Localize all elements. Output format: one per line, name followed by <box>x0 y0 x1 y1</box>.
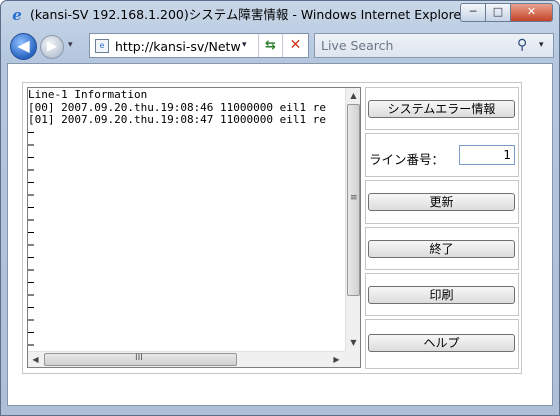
search-input[interactable]: Live Search ⚲ ▾ <box>314 33 554 58</box>
scrollbar-corner <box>345 351 360 367</box>
address-dropdown-icon[interactable]: ▾ <box>242 40 247 50</box>
vertical-scroll-thumb[interactable]: ≡ <box>347 104 360 296</box>
scroll-right-arrow-icon[interactable]: ▶ <box>329 352 344 367</box>
help-button[interactable]: ヘルプ <box>368 334 515 352</box>
grip-icon: ≡ <box>350 193 358 203</box>
page-layout-table: Line-1 Information [00] 2007.09.20.thu.1… <box>22 82 522 374</box>
update-button[interactable]: 更新 <box>368 193 515 211</box>
empty-line-markers <box>28 132 34 352</box>
search-icon[interactable]: ⚲ <box>517 37 527 53</box>
line-number-cell: ライン番号： 1 <box>365 133 519 177</box>
window-title: (kansi-SV 192.168.1.200)システム障害情報 - Windo… <box>30 7 460 22</box>
search-placeholder: Live Search <box>321 38 394 53</box>
log-text: Line-1 Information [00] 2007.09.20.thu.1… <box>28 89 327 126</box>
horizontal-scroll-thumb[interactable]: III <box>44 353 237 366</box>
search-dropdown-icon[interactable]: ▾ <box>539 40 544 50</box>
stop-button[interactable]: ✕ <box>282 34 308 57</box>
system-error-info-button[interactable]: システムエラー情報 <box>368 100 515 118</box>
scroll-left-arrow-icon[interactable]: ◀ <box>28 352 43 367</box>
title-bar: e (kansi-SV 192.168.1.200)システム障害情報 - Win… <box>1 1 559 28</box>
print-button[interactable]: 印刷 <box>368 286 515 304</box>
exit-cell: 終了 <box>365 227 519 270</box>
update-cell: 更新 <box>365 180 519 224</box>
horizontal-scrollbar[interactable]: ◀ III ▶ <box>28 351 345 367</box>
vertical-scrollbar[interactable]: ▲ ≡ ▼ <box>345 88 360 351</box>
minimize-button[interactable]: ─ <box>460 3 486 22</box>
scroll-up-arrow-icon[interactable]: ▲ <box>346 88 360 103</box>
forward-button[interactable]: ▶ <box>40 35 64 59</box>
system-error-cell: システムエラー情報 <box>365 87 519 130</box>
help-cell: ヘルプ <box>365 319 519 369</box>
grip-icon: III <box>135 353 143 363</box>
navigation-bar: ◀ ▶ ▾ e http://kansi-sv/Netw ▾ ⇆ ✕ Live … <box>1 28 559 64</box>
address-input[interactable]: http://kansi-sv/Netw <box>115 39 245 54</box>
history-dropdown-icon[interactable]: ▾ <box>68 40 73 50</box>
page-content: Line-1 Information [00] 2007.09.20.thu.1… <box>7 63 553 406</box>
line-number-label: ライン番号： <box>369 152 445 167</box>
maximize-button[interactable]: □ <box>485 3 511 22</box>
close-button[interactable]: ✕ <box>510 3 553 22</box>
refresh-button[interactable]: ⇆ <box>258 34 282 57</box>
scroll-down-arrow-icon[interactable]: ▼ <box>346 335 360 350</box>
page-icon: e <box>95 39 109 53</box>
browser-window: e (kansi-SV 192.168.1.200)システム障害情報 - Win… <box>0 0 560 416</box>
line-number-input[interactable]: 1 <box>459 145 515 165</box>
exit-button[interactable]: 終了 <box>368 240 515 258</box>
internet-explorer-icon: e <box>12 6 22 24</box>
address-bar[interactable]: e http://kansi-sv/Netw ▾ ⇆ ✕ <box>89 33 309 58</box>
back-button[interactable]: ◀ <box>10 33 37 60</box>
log-textarea[interactable]: Line-1 Information [00] 2007.09.20.thu.1… <box>27 87 361 368</box>
print-cell: 印刷 <box>365 273 519 316</box>
